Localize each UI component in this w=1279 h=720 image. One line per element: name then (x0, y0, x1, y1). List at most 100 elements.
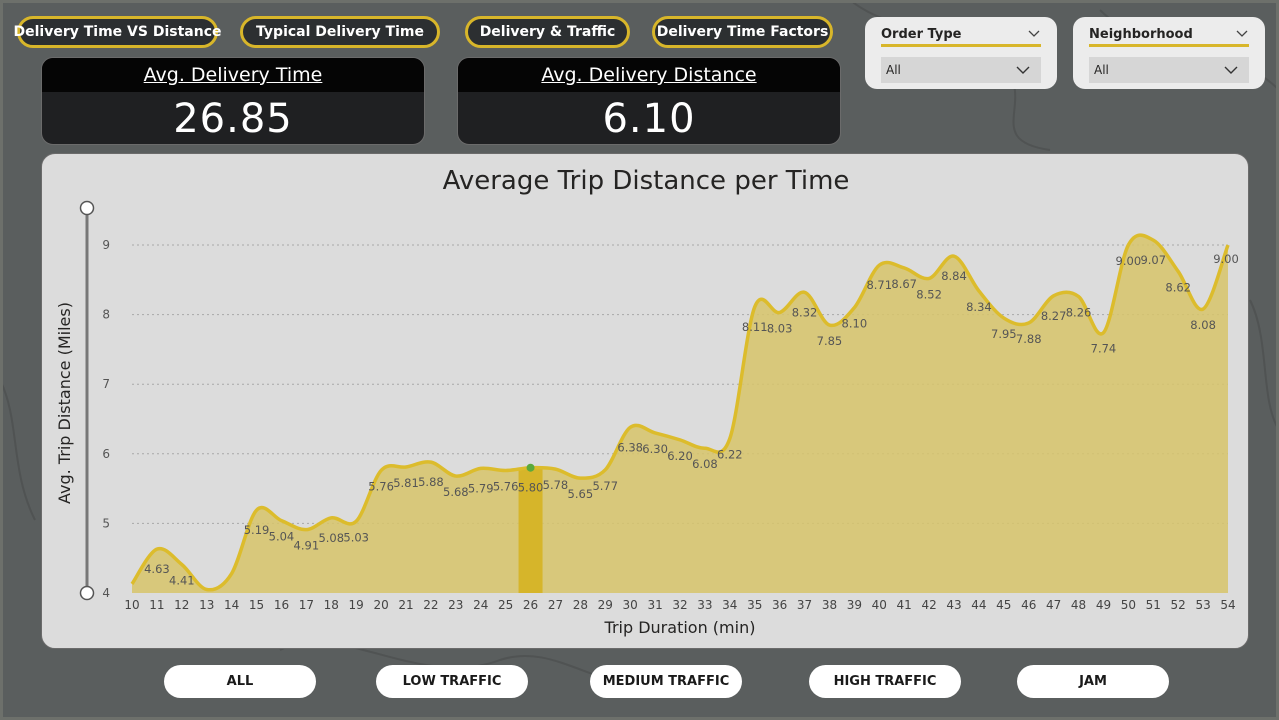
data-label: 5.76 (368, 480, 394, 494)
dropdown-value: All (1094, 63, 1109, 77)
x-tick-label: 32 (672, 598, 687, 612)
data-label: 5.08 (318, 531, 344, 545)
y-tick-label: 6 (102, 447, 110, 461)
x-tick-label: 40 (872, 598, 887, 612)
filter-jam-button[interactable]: JAM (1017, 665, 1169, 698)
x-tick-label: 33 (697, 598, 712, 612)
data-label: 7.85 (817, 334, 843, 348)
area-chart: Average Trip Distance per Time456789Avg.… (55, 166, 1239, 637)
nav-delivery-time-vs-distance[interactable]: Delivery Time VS Distance (14, 16, 222, 48)
y-range-slider-handle-top (79, 200, 95, 216)
chevron-down-icon[interactable] (1027, 27, 1041, 41)
x-tick-label: 30 (623, 598, 638, 612)
x-tick-label: 47 (1046, 598, 1061, 612)
x-tick-label: 28 (573, 598, 588, 612)
data-label: 4.63 (144, 562, 170, 576)
data-label: 5.76 (493, 480, 519, 494)
x-tick-label: 42 (921, 598, 936, 612)
filter-medium-traffic-button[interactable]: MEDIUM TRAFFIC (590, 665, 742, 698)
x-tick-label: 31 (647, 598, 662, 612)
nav-typical-delivery-time[interactable]: Typical Delivery Time (240, 16, 440, 48)
data-label: 8.03 (767, 322, 793, 336)
data-label: 9.00 (1116, 254, 1142, 268)
chevron-down-icon[interactable] (1235, 27, 1249, 41)
x-tick-label: 21 (398, 598, 413, 612)
x-tick-label: 27 (548, 598, 563, 612)
x-tick-label: 13 (199, 598, 214, 612)
x-tick-label: 11 (149, 598, 164, 612)
order-type-dropdown[interactable]: All (881, 57, 1041, 83)
x-tick-label: 53 (1195, 598, 1210, 612)
x-tick-label: 48 (1071, 598, 1086, 612)
chart-title: Average Trip Distance per Time (443, 166, 850, 196)
kpi-header: Avg. Delivery Distance (458, 58, 840, 92)
x-tick-label: 17 (299, 598, 314, 612)
data-label: 8.84 (941, 269, 967, 283)
filter-high-traffic-button[interactable]: HIGH TRAFFIC (809, 665, 961, 698)
x-tick-label: 24 (473, 598, 488, 612)
data-label: 9.00 (1213, 252, 1239, 266)
x-tick-label: 41 (897, 598, 912, 612)
y-tick-label: 8 (102, 308, 110, 322)
data-label: 8.26 (1066, 306, 1092, 320)
data-label: 9.07 (1140, 253, 1166, 267)
x-tick-label: 26 (523, 598, 538, 612)
x-axis-label: Trip Duration (min) (604, 618, 756, 637)
x-tick-label: 20 (373, 598, 388, 612)
x-tick-label: 29 (598, 598, 613, 612)
slicer-underline (1089, 44, 1249, 47)
slicer-neighborhood: Neighborhood All (1073, 17, 1265, 89)
nav-delivery-time-factors[interactable]: Delivery Time Factors (652, 16, 833, 48)
data-label: 6.38 (617, 440, 643, 454)
chevron-down-icon (1016, 66, 1030, 74)
y-tick-label: 5 (102, 516, 110, 530)
slicer-order-type: Order Type All (865, 17, 1057, 89)
chart-card: Average Trip Distance per Time 4 5 6 7 8 9 Avg.… (41, 153, 1249, 649)
x-tick-label: 45 (996, 598, 1011, 612)
filter-low-traffic-button[interactable]: LOW TRAFFIC (376, 665, 528, 698)
data-label: 6.20 (667, 449, 693, 463)
x-tick-label: 38 (822, 598, 837, 612)
data-label: 5.80 (518, 481, 544, 495)
data-label: 6.30 (642, 442, 668, 456)
neighborhood-dropdown[interactable]: All (1089, 57, 1249, 83)
data-label: 8.11 (742, 320, 768, 334)
x-tick-label: 15 (249, 598, 264, 612)
data-label: 5.65 (568, 487, 594, 501)
chevron-down-icon (1224, 66, 1238, 74)
x-tick-label: 44 (971, 598, 986, 612)
kpi-header: Avg. Delivery Time (42, 58, 424, 92)
data-label: 5.19 (244, 523, 270, 537)
data-label: 5.68 (443, 485, 469, 499)
y-tick-label: 9 (102, 238, 110, 252)
data-label: 5.03 (343, 530, 369, 544)
y-tick-label: 4 (102, 586, 110, 600)
slicer-title: Order Type (881, 27, 962, 42)
data-label: 8.67 (891, 277, 917, 291)
kpi-avg-delivery-time: Avg. Delivery Time 26.85 (41, 57, 425, 145)
kpi-avg-delivery-distance: Avg. Delivery Distance 6.10 (457, 57, 841, 145)
x-tick-label: 35 (747, 598, 762, 612)
data-label: 5.81 (393, 476, 419, 490)
data-label: 8.71 (866, 278, 892, 292)
y-tick-label: 7 (102, 377, 110, 391)
x-tick-label: 22 (423, 598, 438, 612)
dropdown-value: All (886, 63, 901, 77)
kpi-value: 26.85 (173, 96, 293, 142)
kpi-value: 6.10 (602, 96, 696, 142)
nav-delivery-traffic[interactable]: Delivery & Traffic (465, 16, 630, 48)
filter-all-button[interactable]: ALL (164, 665, 316, 698)
y-range-slider-handle-bottom (79, 585, 95, 601)
data-label: 5.88 (418, 475, 444, 489)
data-label: 5.04 (269, 530, 295, 544)
x-tick-label: 18 (324, 598, 339, 612)
x-tick-label: 34 (722, 598, 737, 612)
x-tick-label: 10 (124, 598, 139, 612)
data-label: 6.22 (717, 447, 743, 461)
data-label: 8.32 (792, 305, 818, 319)
data-label: 8.62 (1165, 280, 1191, 294)
x-tick-label: 52 (1171, 598, 1186, 612)
kpi-title: Avg. Delivery Distance (541, 64, 757, 86)
highlight-point (526, 463, 535, 472)
x-tick-label: 43 (946, 598, 961, 612)
